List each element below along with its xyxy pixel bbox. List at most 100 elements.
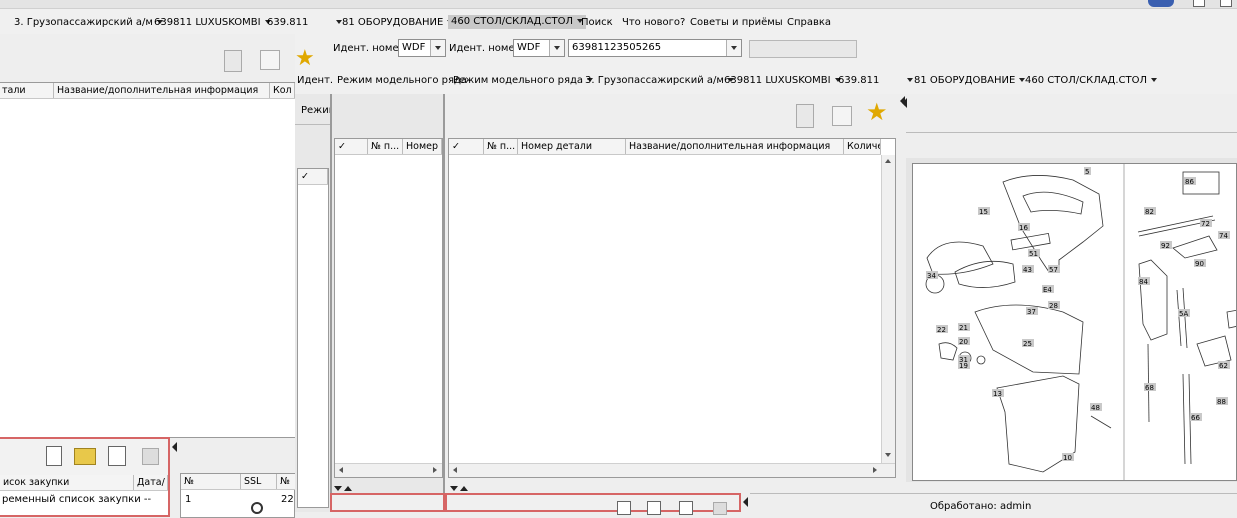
ident-select-1[interactable]: WDF bbox=[398, 39, 446, 57]
col-part-number[interactable]: тали bbox=[0, 83, 54, 98]
copy-icon[interactable] bbox=[224, 50, 242, 72]
col-part-number[interactable]: Номер детали bbox=[518, 139, 626, 154]
document-icon[interactable] bbox=[617, 501, 631, 515]
window-icon[interactable] bbox=[1193, 0, 1205, 7]
nav-help[interactable]: Справка bbox=[787, 16, 831, 30]
diagram-part-label[interactable]: 74 bbox=[1219, 232, 1228, 240]
check-icon[interactable] bbox=[1220, 0, 1232, 7]
collapse-arrow-icon[interactable] bbox=[172, 442, 177, 452]
col-ssl[interactable]: SSL bbox=[241, 474, 277, 489]
diagram-part-label[interactable]: 16 bbox=[1019, 224, 1028, 232]
scroll-left-icon[interactable] bbox=[339, 467, 343, 473]
col-part-number[interactable]: Номер дет bbox=[403, 139, 442, 154]
diagram-part-label[interactable]: 5A bbox=[1179, 310, 1188, 318]
diagram-part-label[interactable]: 5 bbox=[1085, 168, 1089, 176]
diagram-part-label[interactable]: 68 bbox=[1145, 384, 1154, 392]
magnifier-icon[interactable] bbox=[251, 502, 263, 514]
main-hscrollbar[interactable] bbox=[449, 463, 895, 477]
collapse-arrow-icon[interactable] bbox=[902, 98, 907, 108]
copy-icon[interactable] bbox=[108, 446, 126, 466]
diagram-part-label[interactable]: 62 bbox=[1219, 362, 1228, 370]
main-vscrollbar[interactable] bbox=[881, 155, 895, 463]
diagram-part-label[interactable]: 31 bbox=[959, 356, 968, 364]
nav-group[interactable]: 81 ОБОРУДОВАНИЕ bbox=[342, 16, 454, 30]
nav-vehicle-class[interactable]: 3. Грузопассажирский а/м bbox=[14, 16, 163, 30]
nav-whats-new[interactable]: Что нового? bbox=[622, 16, 685, 30]
diagram-part-label[interactable]: 84 bbox=[1139, 278, 1148, 286]
nav-search[interactable]: Поиск bbox=[581, 16, 613, 30]
col-check[interactable]: ✓ bbox=[335, 139, 368, 154]
nav2-model-mode[interactable]: Режим модельного ряда bbox=[337, 74, 467, 88]
ident-select-2[interactable]: WDF bbox=[513, 39, 565, 57]
col-date[interactable]: Дата/ bbox=[134, 475, 168, 490]
col-qty[interactable]: Количес bbox=[844, 139, 881, 154]
vin-input[interactable]: 63981123505265 bbox=[568, 39, 742, 57]
expand-down-icon[interactable] bbox=[450, 486, 458, 491]
diagram-part-label[interactable]: 66 bbox=[1191, 414, 1200, 422]
scroll-left-icon[interactable] bbox=[453, 467, 457, 473]
scroll-up-icon[interactable] bbox=[885, 159, 891, 163]
col-position[interactable]: № п... bbox=[484, 139, 518, 154]
collapse-arrow-icon[interactable] bbox=[743, 497, 748, 507]
scroll-right-icon[interactable] bbox=[873, 467, 877, 473]
diagram-part-label[interactable]: 15 bbox=[979, 208, 988, 216]
nav2-type[interactable]: 639.811 bbox=[838, 74, 914, 88]
save-icon[interactable] bbox=[142, 448, 159, 465]
nav2-subgroup[interactable]: 460 СТОЛ/СКЛАД.СТОЛ bbox=[1025, 74, 1158, 88]
document-icon[interactable] bbox=[647, 501, 661, 515]
ssl-row-number[interactable]: 1 bbox=[185, 494, 191, 505]
diagram-part-label[interactable]: 25 bbox=[1023, 340, 1032, 348]
nav2-group[interactable]: 81 ОБОРУДОВАНИЕ bbox=[914, 74, 1026, 88]
nav-type[interactable]: 639.811 bbox=[267, 16, 343, 30]
diagram-part-label[interactable]: 10 bbox=[1063, 454, 1072, 462]
diagram-part-label[interactable]: 43 bbox=[1023, 266, 1032, 274]
col-name[interactable]: Название/дополнительная информация bbox=[54, 83, 270, 98]
col-check[interactable]: ✓ bbox=[298, 169, 328, 184]
nav-subgroup[interactable]: 460 СТОЛ/СКЛАД.СТОЛ bbox=[448, 15, 587, 29]
col-qty[interactable]: Кол bbox=[270, 83, 295, 98]
diagram-part-label[interactable]: 21 bbox=[959, 324, 968, 332]
expand-up-icon[interactable] bbox=[460, 486, 468, 491]
diagram-part-label[interactable]: 90 bbox=[1195, 260, 1204, 268]
col-check[interactable]: ✓ bbox=[449, 139, 484, 154]
diagram-part-label[interactable]: 57 bbox=[1049, 266, 1058, 274]
diagram-part-label[interactable]: 37 bbox=[1027, 308, 1036, 316]
col-position[interactable]: № п... bbox=[368, 139, 403, 154]
nav-tips[interactable]: Советы и приёмы bbox=[690, 16, 783, 30]
col-number[interactable]: № bbox=[181, 474, 241, 489]
diagram-part-label[interactable]: 28 bbox=[1049, 302, 1058, 310]
col-number-2[interactable]: № bbox=[277, 474, 296, 489]
ssl-row-value[interactable]: 22 bbox=[281, 494, 294, 505]
nav2-model[interactable]: 639811 LUXUSKOMBI bbox=[724, 74, 841, 88]
edit-icon[interactable] bbox=[832, 106, 852, 126]
car-icon[interactable] bbox=[1148, 0, 1174, 7]
col-name[interactable]: Название/дополнительная информация bbox=[626, 139, 844, 154]
mid-hscrollbar[interactable] bbox=[335, 463, 442, 477]
document-icon[interactable] bbox=[46, 446, 62, 466]
edit-icon[interactable] bbox=[260, 50, 280, 70]
expand-down-icon[interactable] bbox=[334, 486, 342, 491]
diagram-part-label[interactable]: 48 bbox=[1091, 404, 1100, 412]
diagram-part-label[interactable]: 88 bbox=[1217, 398, 1226, 406]
diagram-part-label[interactable]: 13 bbox=[993, 390, 1002, 398]
folder-icon[interactable] bbox=[74, 448, 96, 465]
expand-up-icon[interactable] bbox=[344, 486, 352, 491]
nav-model[interactable]: 639811 LUXUSKOMBI bbox=[154, 16, 271, 30]
vin-extra-field[interactable] bbox=[749, 40, 857, 58]
diagram-part-label[interactable]: 92 bbox=[1161, 242, 1170, 250]
diagram-part-label[interactable]: 86 bbox=[1185, 178, 1194, 186]
parts-diagram[interactable]: 5 15 16 51 43 57 34 E4 37 28 22 21 25 20 19 31 13 48 10 86 8… bbox=[912, 163, 1237, 481]
diagram-part-label[interactable]: 72 bbox=[1201, 220, 1210, 228]
diagram-part-label[interactable]: 22 bbox=[937, 326, 946, 334]
diagram-part-label[interactable]: 51 bbox=[1029, 250, 1038, 258]
diagram-part-label[interactable]: 20 bbox=[959, 338, 968, 346]
save-icon[interactable] bbox=[713, 502, 727, 515]
nav2-vehicle-class[interactable]: 3. Грузопассажирский а/м bbox=[585, 74, 734, 88]
nav2-model-mode-dd[interactable]: Режим модельного ряда bbox=[453, 74, 594, 88]
star-icon[interactable]: ★ bbox=[295, 48, 315, 70]
diagram-part-label[interactable]: 34 bbox=[927, 272, 936, 280]
diagram-part-label[interactable]: E4 bbox=[1043, 286, 1052, 294]
col-purchase-list[interactable]: исок закупки bbox=[0, 475, 134, 490]
copy-icon[interactable] bbox=[796, 104, 814, 128]
copy-icon[interactable] bbox=[679, 501, 693, 515]
